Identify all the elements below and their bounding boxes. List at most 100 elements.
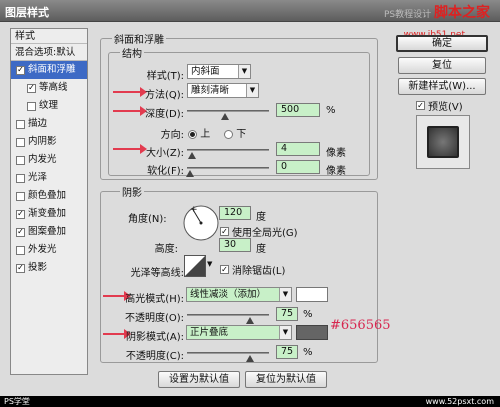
shadow-opacity-unit: % [303, 347, 313, 358]
style-item[interactable]: 颜色叠加 [11, 187, 87, 205]
size-input[interactable]: 4 [276, 142, 320, 156]
check-icon[interactable]: ✓ [16, 263, 25, 273]
direction-down-radio[interactable]: 下 [224, 125, 246, 140]
technique-select[interactable]: 雕刻清晰 ▼ [187, 83, 259, 98]
structure-title: 结构 [120, 45, 144, 60]
style-item-label: 描边 [28, 118, 48, 129]
style-select[interactable]: 内斜面 ▼ [187, 64, 251, 79]
size-label: 大小(Z): [145, 148, 184, 159]
antialias-checkbox[interactable]: ✓ 消除锯齿(L) [220, 262, 285, 277]
global-light-checkbox[interactable]: ✓ 使用全局光(G) [220, 224, 298, 239]
checkbox-icon[interactable] [16, 191, 25, 201]
shadow-mode-select[interactable]: 正片叠底 ▼ [186, 325, 292, 340]
soften-input[interactable]: 0 [276, 160, 320, 174]
highlight-mode-label: 高光模式(H): [125, 294, 184, 305]
style-label: 样式(T): [146, 71, 184, 82]
window-title: 图层样式 [5, 6, 49, 19]
style-item[interactable]: 外发光 [11, 241, 87, 259]
gloss-contour-preview[interactable] [184, 255, 206, 277]
highlight-opacity-thumb[interactable] [246, 317, 254, 324]
ok-button[interactable]: 确定 [396, 35, 488, 52]
gloss-contour-label: 光泽等高线: [130, 268, 184, 279]
highlight-mode-select[interactable]: 线性减淡（添加） ▼ [186, 287, 292, 302]
altitude-unit: 度 [256, 244, 266, 255]
depth-label: 深度(D): [145, 109, 184, 120]
check-icon[interactable]: ✓ [16, 227, 25, 237]
chevron-down-icon: ▼ [279, 326, 291, 339]
checkbox-icon[interactable] [16, 155, 25, 165]
checkbox-icon[interactable] [27, 101, 36, 111]
style-item-label: 图案叠加 [28, 226, 67, 237]
check-icon: ✓ [220, 264, 229, 274]
check-icon: ✓ [416, 100, 425, 110]
reset-default-button[interactable]: 复位为默认值 [245, 371, 327, 388]
technique-label: 方法(Q): [144, 90, 184, 101]
angle-input[interactable]: 120 [219, 206, 251, 220]
style-item[interactable]: 纹理 [11, 97, 87, 115]
shadow-opacity-input[interactable]: 75 [276, 345, 298, 359]
chevron-down-icon: ▼ [246, 84, 258, 97]
shadow-opacity-slider[interactable] [187, 352, 269, 354]
style-item-label: 等高线 [39, 82, 68, 93]
reset-button[interactable]: 复位 [398, 57, 486, 74]
style-preview-thumbnail [416, 115, 470, 169]
shadow-color-annotation: #656565 [330, 318, 391, 333]
size-slider[interactable] [187, 149, 269, 151]
styles-header[interactable]: 样式 [11, 29, 87, 44]
soften-slider-thumb[interactable] [186, 170, 194, 177]
check-icon[interactable]: ✓ [16, 65, 25, 75]
style-item[interactable]: ✓ 等高线 [11, 79, 87, 97]
style-item[interactable]: ✓ 投影 [11, 259, 87, 277]
blending-options[interactable]: 混合选项:默认 [11, 44, 87, 61]
style-item[interactable]: 内阴影 [11, 133, 87, 151]
angle-label: 角度(N): [128, 214, 167, 225]
checkbox-icon[interactable] [16, 245, 25, 255]
shadow-opacity-thumb[interactable] [246, 355, 254, 362]
highlight-opacity-slider[interactable] [187, 314, 269, 316]
highlight-color-swatch[interactable] [296, 287, 328, 302]
check-icon: ✓ [220, 226, 229, 236]
checkbox-icon[interactable] [16, 119, 25, 129]
chevron-down-icon: ▼ [238, 65, 250, 78]
highlight-opacity-unit: % [303, 309, 313, 320]
altitude-input[interactable]: 30 [219, 238, 251, 252]
style-item[interactable]: 内发光 [11, 151, 87, 169]
style-item-label: 内发光 [28, 154, 57, 165]
depth-slider[interactable] [187, 110, 269, 112]
set-default-button[interactable]: 设置为默认值 [158, 371, 240, 388]
contour-dropdown[interactable]: ▼ [207, 260, 212, 268]
style-item-label: 纹理 [39, 100, 59, 111]
shadow-mode-label: 阴影模式(A): [125, 332, 184, 343]
angle-dial[interactable]: + [182, 204, 220, 242]
check-icon[interactable]: ✓ [16, 209, 25, 219]
new-style-button[interactable]: 新建样式(W)... [398, 78, 486, 95]
highlight-opacity-input[interactable]: 75 [276, 307, 298, 321]
style-item[interactable]: ✓ 斜面和浮雕 [11, 61, 87, 79]
shadow-color-swatch[interactable] [296, 325, 328, 340]
direction-label: 方向: [160, 130, 184, 141]
style-item-label: 投影 [28, 262, 48, 273]
depth-slider-thumb[interactable] [221, 113, 229, 120]
watermark-brand: 脚本之家 [434, 5, 490, 21]
style-item-label: 内阴影 [28, 136, 57, 147]
watermark: PS教程设计 脚本之家 [383, 5, 490, 21]
direction-up-radio[interactable]: 上 [188, 125, 210, 140]
size-slider-thumb[interactable] [188, 152, 196, 159]
soften-unit: 像素 [326, 166, 346, 177]
style-item[interactable]: 描边 [11, 115, 87, 133]
style-item[interactable]: ✓ 渐变叠加 [11, 205, 87, 223]
preview-checkbox[interactable]: ✓ 预览(V) [416, 98, 463, 113]
highlight-opacity-label: 不透明度(O): [124, 313, 184, 324]
check-icon[interactable]: ✓ [27, 83, 36, 93]
soften-label: 软化(F): [147, 166, 184, 177]
style-item-label: 渐变叠加 [28, 208, 67, 219]
svg-text:+: + [190, 205, 198, 215]
style-item[interactable]: ✓ 图案叠加 [11, 223, 87, 241]
bevel-title: 斜面和浮雕 [112, 31, 166, 46]
checkbox-icon[interactable] [16, 137, 25, 147]
depth-input[interactable]: 500 [276, 103, 320, 117]
soften-slider[interactable] [187, 167, 269, 169]
footer-left: PS学堂 [4, 397, 30, 406]
style-item[interactable]: 光泽 [11, 169, 87, 187]
checkbox-icon[interactable] [16, 173, 25, 183]
